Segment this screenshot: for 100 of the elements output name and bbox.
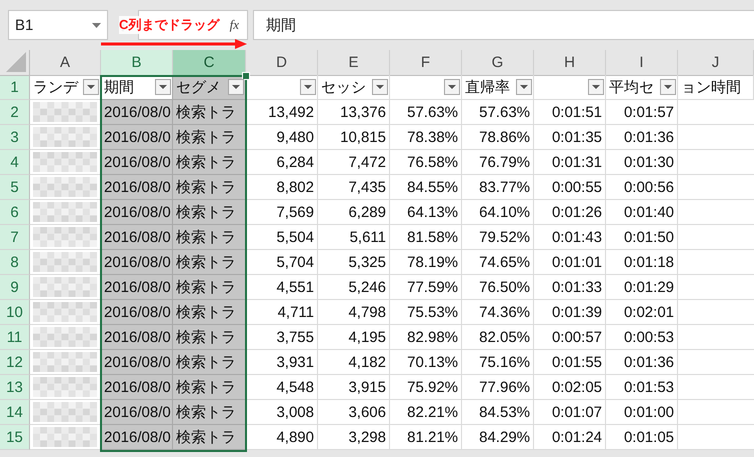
- table-cell: 84.29%: [462, 425, 534, 450]
- row-header[interactable]: 3: [0, 125, 30, 150]
- table-cell: 5,704: [246, 250, 318, 275]
- row-header[interactable]: 10: [0, 300, 30, 325]
- column-title: セッシ: [321, 78, 366, 96]
- table-cell: 64.13%: [390, 200, 462, 225]
- row-header[interactable]: 15: [0, 425, 30, 450]
- filter-dropdown-button[interactable]: [228, 79, 244, 95]
- table-cell: 2016/08/0: [101, 275, 173, 300]
- table-cell: 2016/08/0: [101, 350, 173, 375]
- table-cell: 4,551: [246, 275, 318, 300]
- table-cell: 3,298: [318, 425, 390, 450]
- table-cell: 0:01:01: [534, 250, 606, 275]
- table-cell: 検索トラ: [173, 400, 246, 425]
- column-title: 直帰率: [465, 78, 510, 96]
- table-cell: 81.21%: [390, 425, 462, 450]
- row-header[interactable]: 9: [0, 275, 30, 300]
- table-cell: 76.79%: [462, 150, 534, 175]
- row-header[interactable]: 8: [0, 250, 30, 275]
- table-cell: 0:01:33: [534, 275, 606, 300]
- row-header[interactable]: 12: [0, 350, 30, 375]
- row-header[interactable]: 7: [0, 225, 30, 250]
- table-cell: 検索トラ: [173, 425, 246, 450]
- table-cell: 2016/08/0: [101, 100, 173, 125]
- table-cell: 0:01:07: [534, 400, 606, 425]
- column-header[interactable]: I: [606, 50, 678, 76]
- table-cell: 4,798: [318, 300, 390, 325]
- dropdown-arrow-icon: [520, 85, 528, 89]
- filter-dropdown-button[interactable]: [516, 79, 532, 95]
- table-cell: 10,815: [318, 125, 390, 150]
- row-header[interactable]: 1: [0, 75, 30, 100]
- table-cell: 0:00:55: [534, 175, 606, 200]
- table-cell: 4,182: [318, 350, 390, 375]
- table-cell: 84.53%: [462, 400, 534, 425]
- row-header[interactable]: 11: [0, 325, 30, 350]
- table-cell: 64.10%: [462, 200, 534, 225]
- dropdown-arrow-icon: [376, 85, 384, 89]
- table-cell: 0:01:39: [534, 300, 606, 325]
- dropdown-arrow-icon: [664, 85, 672, 89]
- column-header[interactable]: C: [173, 50, 246, 76]
- table-cell: 検索トラ: [173, 325, 246, 350]
- table-cell: 13,492: [246, 100, 318, 125]
- table-cell: 9,480: [246, 125, 318, 150]
- column-header[interactable]: D: [246, 50, 318, 76]
- column-header[interactable]: B: [101, 50, 173, 76]
- table-cell: 0:01:43: [534, 225, 606, 250]
- column-title: 期間: [104, 78, 134, 96]
- table-cell: 78.38%: [390, 125, 462, 150]
- filter-dropdown-button[interactable]: [83, 79, 99, 95]
- dropdown-caret-icon[interactable]: [92, 22, 101, 28]
- column-header[interactable]: J: [678, 50, 754, 76]
- filter-dropdown-button[interactable]: [444, 79, 460, 95]
- table-cell: 0:01:50: [606, 225, 678, 250]
- filter-dropdown-button[interactable]: [588, 79, 604, 95]
- row-header[interactable]: 6: [0, 200, 30, 225]
- name-box[interactable]: B1: [8, 10, 108, 40]
- column-header[interactable]: F: [390, 50, 462, 76]
- row-header[interactable]: 2: [0, 100, 30, 125]
- filter-dropdown-button[interactable]: [300, 79, 316, 95]
- table-cell: 検索トラ: [173, 125, 246, 150]
- table-cell: 2016/08/0: [101, 200, 173, 225]
- column-header[interactable]: A: [30, 50, 101, 76]
- table-cell: 82.05%: [462, 325, 534, 350]
- fill-handle[interactable]: [242, 72, 250, 80]
- table-cell: 検索トラ: [173, 225, 246, 250]
- filter-dropdown-button[interactable]: [660, 79, 676, 95]
- column-header[interactable]: H: [534, 50, 606, 76]
- dropdown-arrow-icon: [448, 85, 456, 89]
- table-cell: 0:01:57: [606, 100, 678, 125]
- table-cell: 0:01:31: [534, 150, 606, 175]
- table-cell: 4,548: [246, 375, 318, 400]
- table-cell: 検索トラ: [173, 175, 246, 200]
- table-cell: 8,802: [246, 175, 318, 200]
- table-cell: 0:01:51: [534, 100, 606, 125]
- filter-dropdown-button[interactable]: [372, 79, 388, 95]
- table-cell: 2016/08/0: [101, 175, 173, 200]
- column-header[interactable]: E: [318, 50, 390, 76]
- table-cell: 0:01:29: [606, 275, 678, 300]
- table-cell: 0:01:30: [606, 150, 678, 175]
- table-cell: 0:01:00: [606, 400, 678, 425]
- table-cell: 3,931: [246, 350, 318, 375]
- column-title: 平均セ: [609, 78, 654, 96]
- row-header[interactable]: 4: [0, 150, 30, 175]
- table-cell: 76.58%: [390, 150, 462, 175]
- row-header[interactable]: 14: [0, 400, 30, 425]
- table-cell: 0:02:01: [606, 300, 678, 325]
- table-cell: 7,435: [318, 175, 390, 200]
- row-header[interactable]: 5: [0, 175, 30, 200]
- column-header[interactable]: G: [462, 50, 534, 76]
- table-cell: 2016/08/0: [101, 325, 173, 350]
- formula-input[interactable]: 期間: [253, 10, 754, 40]
- table-cell: 5,246: [318, 275, 390, 300]
- table-cell: 検索トラ: [173, 100, 246, 125]
- insert-function-button[interactable]: fx: [230, 17, 239, 33]
- dropdown-arrow-icon: [159, 85, 167, 89]
- filter-dropdown-button[interactable]: [155, 79, 171, 95]
- table-cell: 75.53%: [390, 300, 462, 325]
- table-cell: 78.19%: [390, 250, 462, 275]
- row-header[interactable]: 13: [0, 375, 30, 400]
- table-cell: 2016/08/0: [101, 225, 173, 250]
